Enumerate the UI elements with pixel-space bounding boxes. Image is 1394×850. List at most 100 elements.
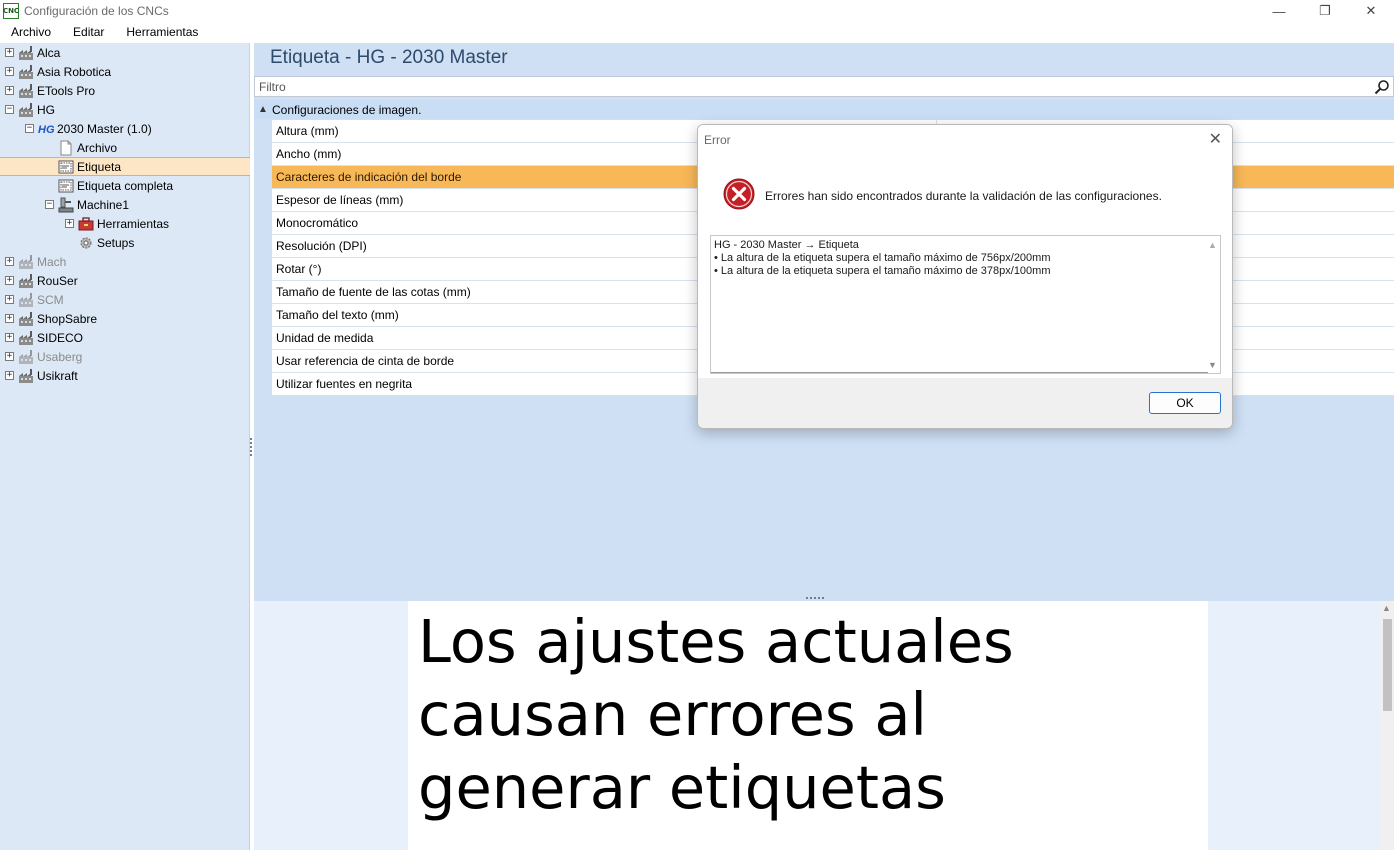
factory-icon: [18, 273, 34, 289]
dialog-title-bar: Error ✕: [698, 125, 1232, 153]
expand-icon[interactable]: +: [5, 371, 14, 380]
menu-editar[interactable]: Editar: [62, 22, 115, 43]
tree-item-etools-pro[interactable]: + ETools Pro: [0, 81, 95, 100]
menu-herramientas[interactable]: Herramientas: [115, 22, 209, 43]
horizontal-splitter-grip[interactable]: [806, 597, 824, 600]
preview-text: Los ajustes actuales causan errores al g…: [418, 605, 1198, 824]
label-preview-area: Los ajustes actuales causan errores al g…: [254, 601, 1394, 850]
tree-item-label: ShopSabre: [37, 311, 98, 326]
expand-icon[interactable]: +: [5, 48, 14, 57]
tree-item-scm[interactable]: + SCM: [0, 290, 64, 309]
tree-item-etiqueta-completa[interactable]: Etiqueta completa: [0, 176, 173, 195]
dialog-body: Errores han sido encontrados durante la …: [698, 153, 1232, 378]
details-scrollbar[interactable]: ▲ ▼: [1205, 236, 1220, 373]
property-label: Altura (mm): [276, 124, 339, 138]
collapse-icon[interactable]: −: [5, 105, 14, 114]
tree-item-label: ETools Pro: [37, 83, 96, 98]
expand-icon[interactable]: +: [5, 86, 14, 95]
factory-icon: [18, 254, 34, 270]
scroll-down-arrow-icon[interactable]: ▼: [1208, 360, 1217, 370]
error-details-box[interactable]: HG - 2030 Master → Etiqueta • La altura …: [710, 235, 1221, 374]
page-title: Etiqueta - HG - 2030 Master: [270, 47, 508, 68]
factory-icon: [18, 330, 34, 346]
preview-scrollbar[interactable]: ▲: [1380, 601, 1394, 850]
toolbox-icon: [78, 216, 94, 232]
group-label: Configuraciones de imagen.: [272, 102, 422, 117]
error-detail-line: • La altura de la etiqueta supera el tam…: [714, 265, 1051, 277]
expand-icon[interactable]: +: [5, 276, 14, 285]
factory-icon: [18, 83, 34, 99]
tree-item-asia-robotica[interactable]: + Asia Robotica: [0, 62, 111, 81]
property-label: Usar referencia de cinta de borde: [276, 354, 455, 368]
error-icon: [723, 178, 755, 210]
cnc-tree[interactable]: + Alca + Asia Robotica + ETools Pro − HG − HG 2030…: [0, 43, 250, 850]
tree-item-label: Etiqueta: [77, 159, 122, 174]
tree-item-archivo[interactable]: Archivo: [0, 138, 117, 157]
tree-item-label: Alca: [37, 45, 61, 60]
filter-placeholder: Filtro: [259, 80, 286, 94]
collapse-icon[interactable]: −: [45, 200, 54, 209]
expand-icon[interactable]: +: [5, 314, 14, 323]
factory-icon: [18, 292, 34, 308]
scroll-up-arrow-icon[interactable]: ▲: [1208, 240, 1217, 250]
tree-item-machine1[interactable]: − Machine1: [0, 195, 129, 214]
app-icon: CNC: [3, 3, 19, 19]
expand-icon[interactable]: +: [5, 295, 14, 304]
tree-item-setups[interactable]: Setups: [0, 233, 134, 252]
tree-item-etiqueta[interactable]: Etiqueta: [0, 157, 250, 176]
vertical-splitter-grip[interactable]: [250, 438, 253, 456]
property-label: Espesor de líneas (mm): [276, 193, 404, 207]
scroll-thumb[interactable]: [1383, 619, 1392, 711]
tree-item-shopsabre[interactable]: + ShopSabre: [0, 309, 97, 328]
factory-icon: [18, 349, 34, 365]
tree-item-label: Etiqueta completa: [77, 178, 174, 193]
menu-bar: Archivo Editar Herramientas: [0, 22, 1394, 43]
gear-icon: [78, 235, 94, 251]
filter-input[interactable]: Filtro: [254, 76, 1394, 97]
dialog-close-icon[interactable]: ✕: [1209, 129, 1222, 149]
window-title: Configuración de los CNCs: [24, 4, 169, 18]
tree-item-label: SIDECO: [37, 330, 84, 345]
property-label: Tamaño de fuente de las cotas (mm): [276, 285, 471, 299]
error-dialog: Error ✕ Errores han sido encontrados dur…: [697, 124, 1233, 429]
ok-button[interactable]: OK: [1149, 392, 1221, 414]
tree-item-2030-master-1-0[interactable]: − HG 2030 Master (1.0): [0, 119, 152, 138]
factory-icon: [18, 64, 34, 80]
expand-icon[interactable]: +: [5, 257, 14, 266]
tree-item-herramientas[interactable]: + Herramientas: [0, 214, 169, 233]
machine-icon: [58, 197, 74, 213]
tree-item-mach[interactable]: + Mach: [0, 252, 66, 271]
tree-item-label: Asia Robotica: [37, 64, 112, 79]
scroll-up-arrow-icon[interactable]: ▲: [1382, 603, 1391, 613]
expand-icon[interactable]: +: [5, 352, 14, 361]
restore-button[interactable]: ❐: [1302, 0, 1348, 22]
error-detail-line: • La altura de la etiqueta supera el tam…: [714, 252, 1051, 264]
expand-icon[interactable]: +: [5, 67, 14, 76]
tree-item-hg[interactable]: − HG: [0, 100, 55, 119]
property-label: Unidad de medida: [276, 331, 374, 345]
details-divider: [711, 372, 1208, 373]
error-detail-line: HG - 2030 Master → Etiqueta: [714, 239, 859, 251]
menu-archivo[interactable]: Archivo: [0, 22, 62, 43]
expand-icon[interactable]: +: [5, 333, 14, 342]
property-label: Resolución (DPI): [276, 239, 367, 253]
property-label: Monocromático: [276, 216, 359, 230]
tree-item-label: Archivo: [77, 140, 118, 155]
title-bar: CNC Configuración de los CNCs — ❐ ✕: [0, 0, 1394, 22]
close-button[interactable]: ✕: [1348, 0, 1394, 22]
factory-icon: [18, 45, 34, 61]
group-header-configuraciones[interactable]: ▲ Configuraciones de imagen.: [254, 100, 1394, 119]
collapse-icon[interactable]: −: [25, 124, 34, 133]
preview-line: causan errores al: [418, 680, 927, 749]
minimize-button[interactable]: —: [1256, 0, 1302, 22]
tree-item-label: Machine1: [77, 197, 130, 212]
tree-item-usaberg[interactable]: + Usaberg: [0, 347, 82, 366]
preview-line: Los ajustes actuales: [418, 607, 1014, 676]
tree-item-usikraft[interactable]: + Usikraft: [0, 366, 78, 385]
tree-item-rouser[interactable]: + RouSer: [0, 271, 78, 290]
tree-item-sideco[interactable]: + SIDECO: [0, 328, 83, 347]
search-icon[interactable]: [1374, 79, 1390, 95]
tree-item-alca[interactable]: + Alca: [0, 43, 60, 62]
collapse-chevron-icon[interactable]: ▲: [254, 104, 272, 115]
expand-icon[interactable]: +: [65, 219, 74, 228]
